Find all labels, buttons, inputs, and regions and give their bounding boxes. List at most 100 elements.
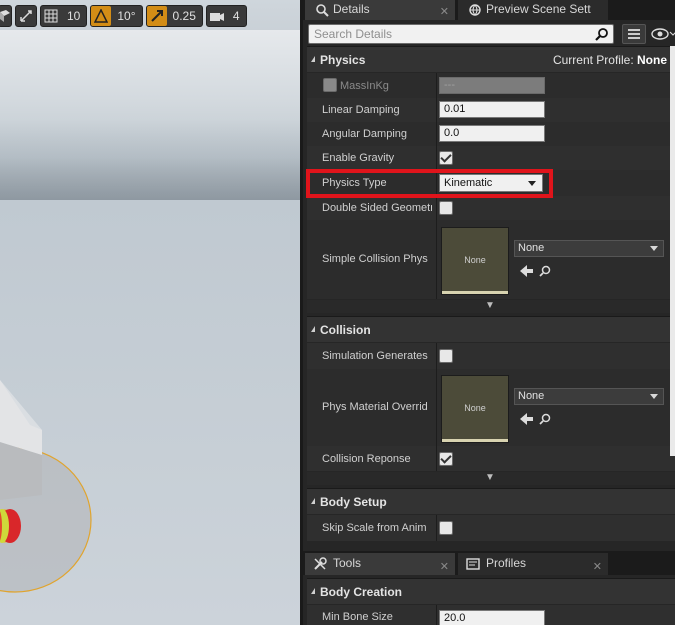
details-scroll-area[interactable]: Physics Current Profile: None MassInKg -… [307,46,675,550]
property-row-enable-gravity: Enable Gravity [307,146,675,170]
search-placeholder: Search Details [314,27,393,41]
current-profile-label: Current Profile: [552,53,634,67]
rotation-snap-button[interactable]: 10° [90,5,143,27]
grid-snap-value[interactable]: 10 [61,9,86,23]
sim-generates-checkbox[interactable] [439,349,453,363]
min-bone-size-label: Min Bone Size [322,611,393,623]
sim-generates-label: Simulation Generates [322,350,428,362]
3d-viewport[interactable]: 10 10° 0.25 4 [0,0,300,625]
property-row-min-bone-size: Min Bone Size 20.0 [307,605,675,625]
property-row-sim-generates-hit: Simulation Generates [307,343,675,369]
viewport-toolbar: 10 10° 0.25 4 [0,4,250,28]
property-row-linear-damping: Linear Damping 0.01 [307,98,675,122]
advanced-expander-physics[interactable]: ▼ [307,300,675,313]
property-row-angular-damping: Angular Damping 0.0 [307,122,675,146]
eye-icon [651,28,675,40]
collapse-triangle-icon [311,326,315,332]
phys-material-label: Phys Material Overrid [322,401,428,413]
property-matrix-button[interactable] [622,24,646,44]
use-selected-arrow-icon [520,413,533,425]
enable-gravity-checkbox[interactable] [439,151,453,165]
rotation-snap-value[interactable]: 10° [111,9,141,23]
angular-damping-label: Angular Damping [322,128,407,140]
list-grid-icon [628,29,640,39]
search-icon [595,27,609,41]
current-profile: Current Profile: None [553,53,667,67]
category-body-setup[interactable]: Body Setup [307,488,675,514]
camera-icon [207,6,227,26]
tab-preview-label: Preview Scene Sett [486,2,591,16]
phys-material-asset-value: None [518,390,545,402]
simple-collision-label: Simple Collision Phys [322,253,428,265]
close-icon[interactable]: ✕ [593,557,602,577]
grid-icon [41,6,61,26]
close-icon[interactable]: ✕ [440,3,449,21]
double-sided-checkbox[interactable] [439,201,453,215]
chevron-down-icon [650,394,658,399]
details-tabbar: Details ✕ Preview Scene Sett [303,0,675,20]
chevron-down-icon: ▼ [485,472,495,483]
grid-snap-button[interactable]: 10 [40,5,88,27]
browse-search-icon [539,413,551,425]
surface-snapping-button[interactable] [15,5,37,27]
scale-snap-button[interactable]: 0.25 [145,5,203,27]
tab-profiles[interactable]: Profiles ✕ [458,553,608,575]
phys-material-asset-picker[interactable]: None [514,388,664,405]
current-profile-value: None [637,53,667,67]
details-scrollbar[interactable] [670,46,675,456]
angular-damping-input[interactable]: 0.0 [439,125,545,142]
rotation-snap-icon [91,6,112,26]
search-row: Search Details [303,22,675,46]
viewport-scene [0,380,92,593]
linear-damping-label: Linear Damping [322,104,400,116]
category-body-creation[interactable]: Body Creation [307,578,675,604]
cube-icon [0,6,11,26]
scale-snap-icon [146,6,167,26]
property-row-collision-response: Collision Reponse [307,446,675,471]
asset-tools [520,413,551,425]
asset-tools [520,265,551,277]
asset-thumbnail[interactable]: None [441,375,509,443]
asset-thumbnail[interactable]: None [441,227,509,295]
camera-speed-button[interactable]: 4 [205,5,247,27]
use-selected-arrow-icon [520,265,533,277]
tab-tools-label: Tools [333,556,362,570]
search-input[interactable]: Search Details [308,24,614,44]
simple-collision-asset-picker[interactable]: None [514,240,664,257]
collision-response-checkbox[interactable] [439,452,453,466]
tab-details-label: Details [333,2,370,16]
category-collision[interactable]: Collision [307,316,675,342]
property-row-skip-scale: Skip Scale from Anim [307,515,675,541]
property-row-simple-collision: Simple Collision Phys None None [307,220,675,299]
view-options-button[interactable] [651,26,675,42]
viewport-cube-button[interactable] [0,5,12,27]
collapse-triangle-icon [311,588,315,594]
category-physics[interactable]: Physics Current Profile: None [307,46,675,72]
advanced-expander-collision[interactable]: ▼ [307,472,675,485]
property-row-phys-material: Phys Material Overrid None None [307,369,675,446]
simple-collision-asset-value: None [518,242,545,254]
scale-snap-value[interactable]: 0.25 [167,9,202,23]
linear-damping-input[interactable]: 0.01 [439,101,545,118]
category-physics-title: Physics [320,53,366,67]
skip-scale-label: Skip Scale from Anim [322,522,427,534]
browse-search-icon [539,265,551,277]
collapse-triangle-icon [311,498,315,504]
mass-override-checkbox[interactable] [323,78,337,92]
tab-preview-scene-settings[interactable]: Preview Scene Sett [458,0,608,20]
property-row-mass: MassInKg --- [307,73,675,98]
double-sided-label: Double Sided Geometr [322,202,432,214]
category-body-setup-title: Body Setup [320,495,387,509]
details-icon [315,3,329,17]
chevron-down-icon [650,246,658,251]
close-icon[interactable]: ✕ [440,557,449,577]
preview-scene-icon [468,3,482,17]
min-bone-size-input[interactable]: 20.0 [439,610,545,625]
tab-profiles-label: Profiles [486,556,527,570]
skip-scale-checkbox[interactable] [439,521,453,535]
enable-gravity-label: Enable Gravity [322,152,395,164]
tab-tools[interactable]: Tools ✕ [305,553,455,575]
tab-details[interactable]: Details ✕ [305,0,455,20]
mass-input[interactable]: --- [439,77,545,94]
camera-speed-value[interactable]: 4 [227,9,246,23]
